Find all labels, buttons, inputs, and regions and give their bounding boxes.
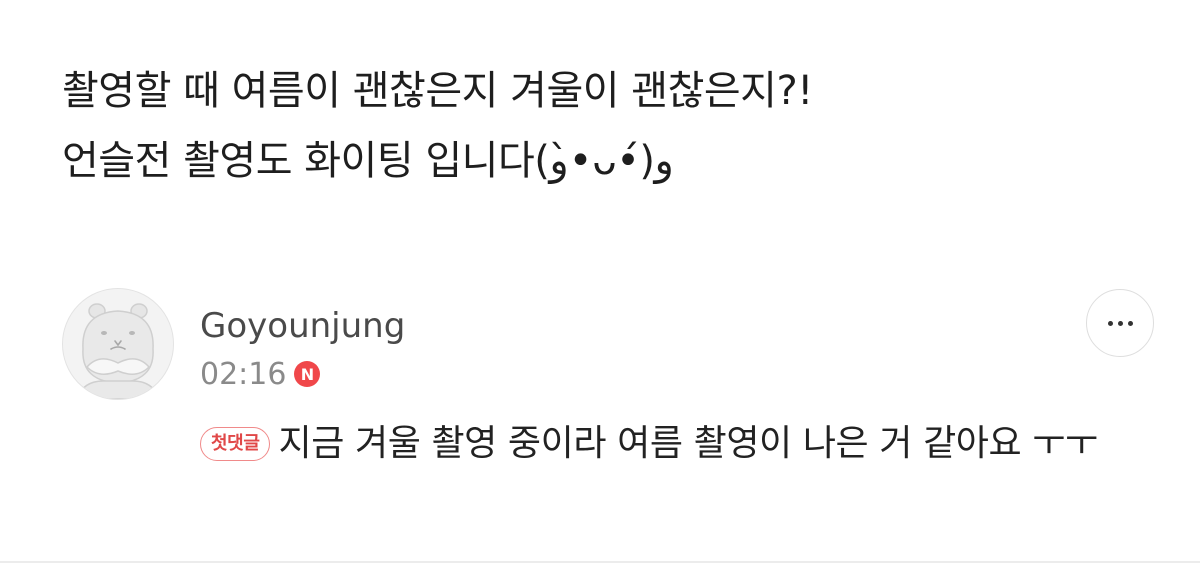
new-badge: N (294, 361, 321, 387)
post-line-2: 언슬전 촬영도 화이팅 입니다(و•̀ᴗ•́)و (62, 138, 674, 184)
post-body: 촬영할 때 여름이 괜찮은지 겨울이 괜찮은지?! 언슬전 촬영도 화이팅 입니… (62, 56, 1162, 196)
comment-time: 02:16 (200, 356, 287, 392)
bottom-spacer (0, 563, 1200, 581)
comment-item: Goyounjung 02:16 N 첫댓글 지금 겨울 촬영 중이라 여름 촬영… (62, 288, 1172, 581)
first-comment-badge: 첫댓글 (200, 427, 271, 461)
comment-meta: 02:16 N (200, 352, 321, 396)
more-horizontal-icon (1107, 320, 1133, 326)
author-avatar[interactable] (62, 288, 174, 400)
comment-author[interactable]: Goyounjung (200, 304, 405, 348)
hippo-avatar-icon (63, 289, 173, 399)
post-line-1: 촬영할 때 여름이 괜찮은지 겨울이 괜찮은지?! (62, 68, 813, 114)
comment-text: 지금 겨울 촬영 중이라 여름 촬영이 나은 거 같아요 ㅜㅜ (278, 423, 1098, 464)
more-options-button[interactable] (1086, 289, 1154, 357)
comment-text-block: 첫댓글 지금 겨울 촬영 중이라 여름 촬영이 나은 거 같아요 ㅜㅜ (200, 416, 1160, 472)
